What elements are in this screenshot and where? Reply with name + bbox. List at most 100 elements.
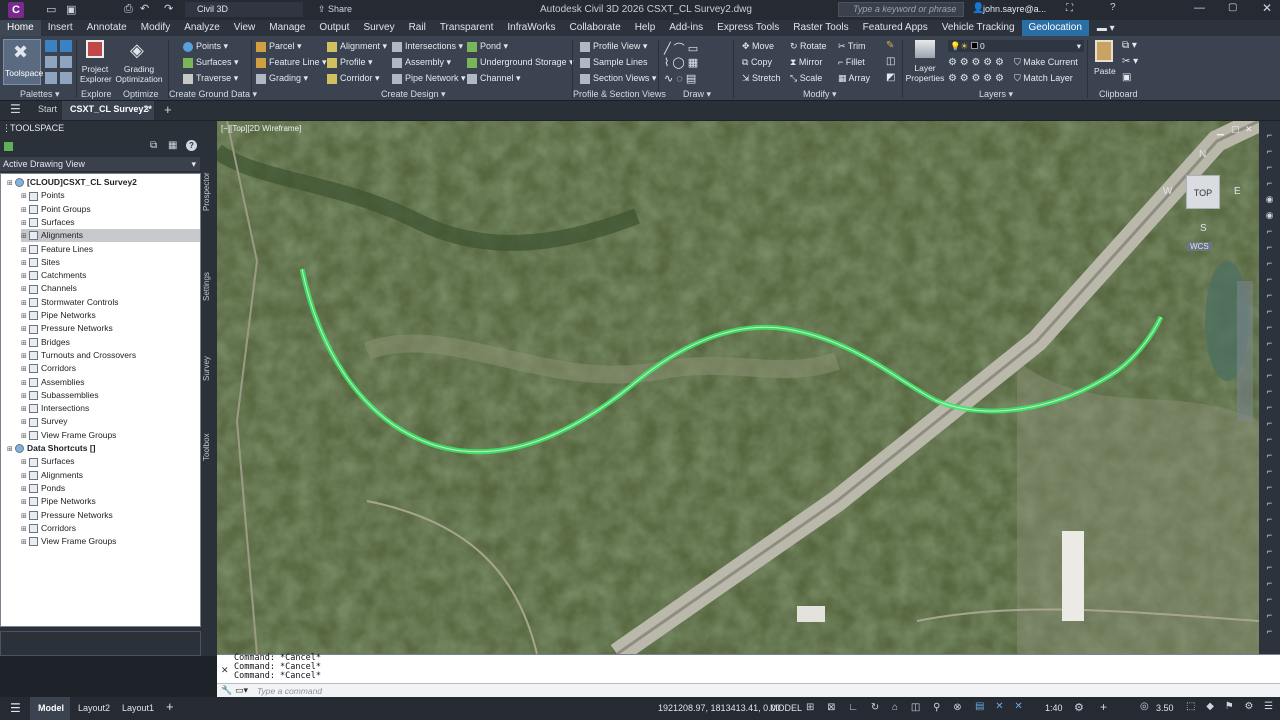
- tab-express-tools[interactable]: Express Tools: [710, 20, 786, 36]
- close-icon[interactable]: ✕: [221, 665, 229, 676]
- tab-raster-tools[interactable]: Raster Tools: [786, 20, 855, 36]
- app-logo[interactable]: C: [8, 2, 24, 18]
- tree-item[interactable]: ⊞ Sites: [21, 256, 60, 269]
- fillet-button[interactable]: ⌐ Fillet: [838, 57, 865, 67]
- tree-item[interactable]: ⊞ Feature Lines: [21, 243, 93, 256]
- traverse-button[interactable]: Traverse ▾: [183, 73, 238, 84]
- viewcube[interactable]: N W E S TOP WCS: [1157, 149, 1247, 259]
- line-icon[interactable]: ╱ ⌒ ▭: [664, 40, 698, 56]
- tree-item[interactable]: ⊞ Data Shortcuts []: [7, 442, 95, 455]
- view-selector[interactable]: Active Drawing View ▾: [0, 157, 200, 171]
- tab-home[interactable]: Home: [0, 20, 41, 36]
- feature-line-button[interactable]: Feature Line ▾: [256, 57, 327, 68]
- pipe-network-button[interactable]: Pipe Network ▾: [392, 73, 466, 84]
- toolbar-icon[interactable]: ⧉: [150, 140, 157, 151]
- status-right-icons[interactable]: ⬚ ◆ ⚑ ⚙ ☰: [1186, 701, 1277, 712]
- mirror-button[interactable]: ⧗ Mirror: [790, 57, 822, 68]
- palette-icon[interactable]: [60, 40, 72, 52]
- tree-item[interactable]: ⊞ Channels: [21, 282, 77, 295]
- tab-modify[interactable]: Modify: [134, 20, 177, 36]
- palette-icon[interactable]: [60, 56, 72, 68]
- profile-button[interactable]: Profile ▾: [327, 57, 373, 68]
- tool-icons[interactable]: ⌐ ⌐ ⌐ ⌐ ◉ ◉ ⌐ ⌐ ⌐ ⌐ ⌐ ⌐ ⌐ ⌐ ⌐ ⌐ ⌐ ⌐ ⌐ ⌐ ⌐ ⌐ ⌐ ⌐ ⌐ ⌐ ⌐ ⌐ ⌐ ⌐ ⌐ ⌐: [1263, 127, 1276, 639]
- panel-grip-icon[interactable]: ⋮: [2, 121, 11, 135]
- panel-create-ground-data[interactable]: Create Ground Data ▾: [169, 89, 257, 100]
- viewport-minimize-icon[interactable]: ▁: [1217, 125, 1224, 136]
- expand-icon[interactable]: ⊞: [21, 483, 29, 496]
- expand-icon[interactable]: ⊞: [21, 270, 29, 283]
- workspace-icon[interactable]: ◎: [1140, 701, 1149, 712]
- tab-layout1[interactable]: Layout1: [122, 703, 154, 713]
- expand-icon[interactable]: ⊞: [21, 257, 29, 270]
- palette-icon[interactable]: [45, 40, 57, 52]
- panel-create-design[interactable]: Create Design ▾: [381, 89, 446, 100]
- close-icon[interactable]: ✕: [1262, 1, 1272, 15]
- tree-item[interactable]: ⊞ Turnouts and Crossovers: [21, 349, 136, 362]
- open-icon[interactable]: ▭: [42, 3, 60, 16]
- status-annotation-icons[interactable]: ▤ ✕ ✕: [975, 701, 1027, 712]
- viewcube-top-face[interactable]: TOP: [1186, 175, 1220, 209]
- side-tab-toolbox[interactable]: Toolbox: [202, 401, 216, 461]
- stretch-button[interactable]: ⇲ Stretch: [742, 73, 781, 84]
- settings-icon[interactable]: ⚙: [1074, 701, 1084, 714]
- intersections-button[interactable]: Intersections ▾: [392, 41, 463, 52]
- tab-output[interactable]: Output: [312, 20, 356, 36]
- toolspace-button[interactable]: ✖ Toolspace: [3, 39, 43, 85]
- help-icon[interactable]: ?: [186, 140, 197, 151]
- side-tab-survey[interactable]: Survey: [202, 321, 216, 381]
- tree-item[interactable]: ⊞ Ponds: [21, 482, 65, 495]
- expand-icon[interactable]: ⊞: [21, 297, 29, 310]
- layer-tools-icon[interactable]: ⚙ ⚙ ⚙ ⚙ ⚙: [948, 73, 1004, 84]
- tree-item[interactable]: ⊞ Point Groups: [21, 203, 91, 216]
- viewport-controls[interactable]: [−][Top][2D Wireframe]: [221, 124, 301, 133]
- parcel-button[interactable]: Parcel ▾: [256, 41, 302, 52]
- expand-icon[interactable]: ⊞: [21, 350, 29, 363]
- erase-icon[interactable]: ✎: [886, 40, 894, 51]
- make-current-button[interactable]: ⛉ Make Current: [1014, 57, 1078, 68]
- tree-item[interactable]: ⊞ Bridges: [21, 336, 70, 349]
- tab-transparent[interactable]: Transparent: [433, 20, 501, 36]
- minimize-icon[interactable]: —: [1194, 2, 1205, 14]
- tree-item[interactable]: ⊞ Catchments: [21, 269, 86, 282]
- viewport-close-icon[interactable]: ✕: [1245, 124, 1253, 135]
- tab-survey[interactable]: Survey: [356, 20, 401, 36]
- tab-add-ins[interactable]: Add-ins: [662, 20, 710, 36]
- status-tool-icons[interactable]: ⊞ ⊠ ∟ ↻ ⌂ ◫ ⚲ ⊗: [806, 702, 967, 713]
- tab-geolocation[interactable]: Geolocation: [1021, 20, 1089, 36]
- save-icon[interactable]: ▣: [62, 3, 80, 16]
- copy-button[interactable]: ⧉ Copy: [742, 57, 772, 68]
- wrench-icon[interactable]: 🔧: [221, 685, 232, 696]
- toolbar-icon[interactable]: ▦: [168, 140, 177, 151]
- sample-lines-button[interactable]: Sample Lines: [580, 57, 648, 68]
- grading-optimization-button[interactable]: ◈ Grading Optimization: [114, 40, 164, 86]
- restore-icon[interactable]: ▢: [1228, 2, 1237, 13]
- tab-start[interactable]: Start: [38, 104, 57, 114]
- expand-icon[interactable]: ⊞: [21, 416, 29, 429]
- assembly-button[interactable]: Assembly ▾: [392, 57, 451, 68]
- tree-item[interactable]: ⊞ Pipe Networks: [21, 495, 96, 508]
- share-button[interactable]: ⇪ Share: [318, 4, 352, 15]
- tree-item[interactable]: ⊞ Corridors: [21, 522, 76, 535]
- tree-item[interactable]: ⊞ Corridors: [21, 362, 76, 375]
- tree-item[interactable]: ⊞ Surfaces: [21, 216, 75, 229]
- array-button[interactable]: ▦ Array: [838, 73, 870, 84]
- menu-icon[interactable]: ☰: [10, 701, 21, 715]
- expand-icon[interactable]: ⊞: [21, 523, 29, 536]
- expand-icon[interactable]: ⊞: [21, 323, 29, 336]
- palette-icon[interactable]: [45, 56, 57, 68]
- expand-icon[interactable]: ⊞: [7, 177, 15, 190]
- scale-button[interactable]: ⤡ Scale: [790, 73, 822, 84]
- alignment-button[interactable]: Alignment ▾: [327, 41, 387, 52]
- ribbon-toggle-icon[interactable]: ▬ ▾: [1097, 23, 1115, 34]
- command-menu-icon[interactable]: ▭▾: [235, 685, 248, 696]
- tree-item[interactable]: ⊞ Pressure Networks: [21, 509, 113, 522]
- expand-icon[interactable]: ⊞: [21, 430, 29, 443]
- rotate-button[interactable]: ↻ Rotate: [790, 41, 827, 52]
- tree-item[interactable]: ⊞ Stormwater Controls: [21, 296, 118, 309]
- expand-icon[interactable]: ⊞: [21, 337, 29, 350]
- model-space-toggle[interactable]: MODEL: [770, 703, 802, 713]
- tab-insert[interactable]: Insert: [41, 20, 80, 36]
- print-icon[interactable]: ⎙: [120, 3, 137, 16]
- expand-icon[interactable]: ⊞: [21, 230, 29, 243]
- grading-button[interactable]: Grading ▾: [256, 73, 308, 84]
